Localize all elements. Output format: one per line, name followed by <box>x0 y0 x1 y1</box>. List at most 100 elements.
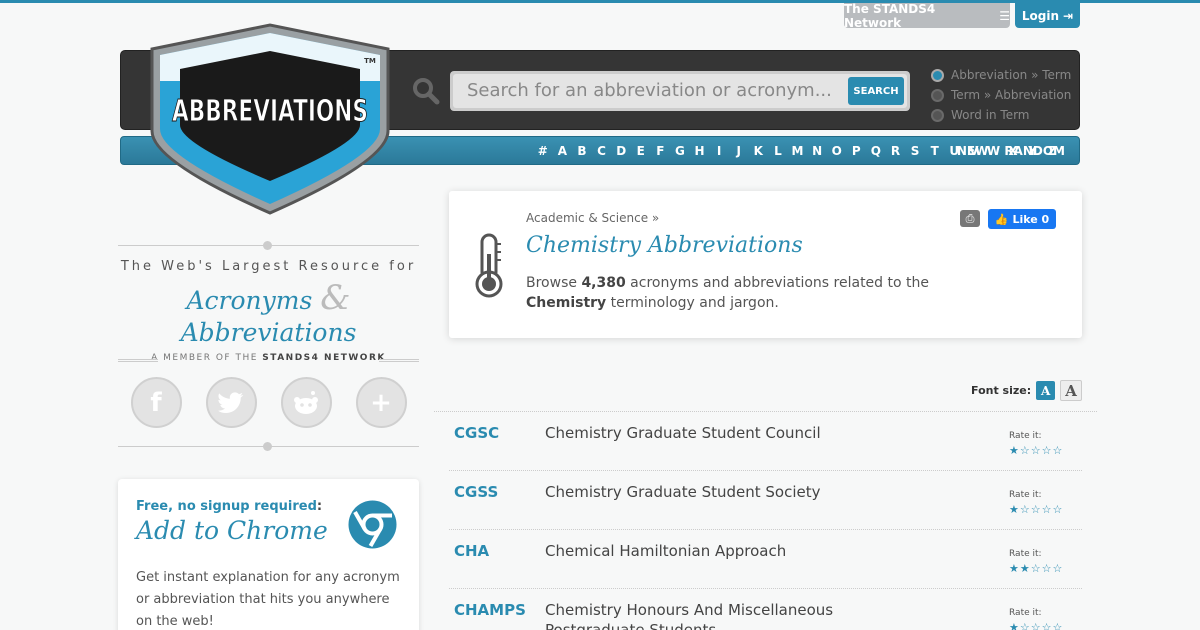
star-icon[interactable]: ☆ <box>1042 504 1052 515</box>
member-prefix: A MEMBER OF THE <box>151 353 263 363</box>
abbreviation-link[interactable]: CGSC <box>454 424 499 442</box>
star-icon[interactable]: ☆ <box>1020 445 1030 456</box>
letter-link[interactable]: R <box>886 144 906 158</box>
search-mode-abbr-to-term[interactable]: Abbreviation » Term <box>931 65 1071 85</box>
print-icon[interactable]: ⎙ <box>960 210 980 227</box>
radio-icon[interactable] <box>931 108 944 122</box>
rating-widget: Rate it: ★ ☆ ☆ ☆ ☆ <box>1009 608 1062 630</box>
abbreviation-link[interactable]: CGSS <box>454 483 498 501</box>
thumbs-up-icon: 👍 <box>994 212 1009 226</box>
radio-icon[interactable] <box>931 88 944 102</box>
star-rating: ★ ★ ☆ ☆ ☆ <box>1009 563 1062 574</box>
letter-link[interactable]: S <box>905 144 925 158</box>
search-mode-label: Abbreviation » Term <box>951 68 1072 82</box>
letter-link[interactable]: B <box>572 144 592 158</box>
abbreviation-link[interactable]: CHAMPS <box>454 601 526 619</box>
letter-link[interactable]: D <box>611 144 631 158</box>
twitter-icon[interactable] <box>205 377 257 428</box>
rating-widget: Rate it: ★ ☆ ☆ ☆ ☆ <box>1009 431 1062 456</box>
star-icon[interactable]: ☆ <box>1053 445 1063 456</box>
star-rating: ★ ☆ ☆ ☆ ☆ <box>1009 622 1062 630</box>
letter-link[interactable]: I <box>709 144 729 158</box>
chrome-free-colon: : <box>316 499 323 514</box>
letter-link[interactable]: N <box>807 144 827 158</box>
search-icon <box>413 78 440 105</box>
letter-link[interactable]: P <box>847 144 867 158</box>
letter-link[interactable]: E <box>631 144 651 158</box>
letter-link[interactable]: K <box>749 144 769 158</box>
star-icon[interactable]: ★ <box>1020 563 1030 574</box>
rate-label: Rate it: <box>1009 549 1042 559</box>
search-mode-label: Term » Abbreviation <box>951 88 1072 102</box>
star-icon[interactable]: ★ <box>1009 504 1019 515</box>
term-definition[interactable]: Chemistry Honours And Miscellaneous Post… <box>545 600 875 630</box>
thermometer-icon <box>475 233 503 298</box>
font-size-control: Font size: A A <box>971 380 1083 401</box>
login-button[interactable]: Login ⇥ <box>1015 3 1080 28</box>
search-mode-word-in-term[interactable]: Word in Term <box>931 105 1071 125</box>
chrome-icon[interactable] <box>348 500 397 549</box>
tagline-heading: Acronyms & Abbreviations <box>118 278 419 347</box>
page-title: Chemistry Abbreviations <box>526 233 803 258</box>
category-breadcrumb[interactable]: Academic & Science » <box>526 211 659 225</box>
stands4-network-button[interactable]: The STANDS4 Network ☰ <box>844 2 1010 30</box>
star-icon[interactable]: ★ <box>1009 445 1019 456</box>
search-mode-options: Abbreviation » Term Term » Abbreviation … <box>931 65 1071 125</box>
letter-link[interactable]: J <box>729 144 749 158</box>
letter-link[interactable]: M <box>788 144 808 158</box>
star-icon[interactable]: ☆ <box>1042 622 1052 630</box>
star-icon[interactable]: ★ <box>1009 622 1019 630</box>
tagline-abbreviations: Abbreviations <box>180 318 357 347</box>
facebook-like-button[interactable]: 👍 Like 0 <box>988 209 1056 229</box>
star-icon[interactable]: ☆ <box>1053 622 1063 630</box>
results-list: CGSC Chemistry Graduate Student Council Ra… <box>434 411 1097 630</box>
search-box: Search for an abbreviation or acronym...… <box>450 71 910 111</box>
letter-link[interactable]: L <box>768 144 788 158</box>
star-icon[interactable]: ☆ <box>1020 622 1030 630</box>
search-mode-term-to-abbr[interactable]: Term » Abbreviation <box>931 85 1071 105</box>
like-label: Like 0 <box>1012 212 1050 226</box>
social-buttons: f + <box>118 377 419 428</box>
term-definition[interactable]: Chemistry Graduate Student Council <box>545 423 875 443</box>
letter-link[interactable]: A <box>553 144 573 158</box>
search-button[interactable]: SEARCH <box>848 77 904 105</box>
letter-link[interactable]: # <box>533 144 553 158</box>
random-link[interactable]: RANDOM <box>1004 144 1065 158</box>
facebook-icon[interactable]: f <box>130 377 182 428</box>
letter-link[interactable]: G <box>670 144 690 158</box>
font-size-small-button[interactable]: A <box>1036 381 1056 400</box>
abbreviation-link[interactable]: CHA <box>454 542 489 560</box>
star-icon[interactable]: ☆ <box>1020 504 1030 515</box>
star-icon[interactable]: ☆ <box>1053 504 1063 515</box>
rate-label: Rate it: <box>1009 608 1042 618</box>
divider <box>118 440 419 452</box>
abbreviations-logo[interactable]: ABBREVIATIONS TM <box>140 21 398 217</box>
term-definition[interactable]: Chemistry Graduate Student Society <box>545 482 875 502</box>
letter-link[interactable]: T <box>925 144 945 158</box>
star-icon[interactable]: ☆ <box>1031 445 1041 456</box>
letter-link[interactable]: O <box>827 144 847 158</box>
new-link[interactable]: NEW <box>957 144 988 158</box>
star-icon[interactable]: ☆ <box>1042 563 1052 574</box>
search-input[interactable]: Search for an abbreviation or acronym... <box>453 74 907 108</box>
rate-label: Rate it: <box>1009 431 1042 441</box>
font-size-large-button[interactable]: A <box>1060 380 1083 401</box>
radio-selected-icon[interactable] <box>931 68 944 82</box>
star-icon[interactable]: ★ <box>1009 563 1019 574</box>
star-icon[interactable]: ☆ <box>1053 563 1063 574</box>
reddit-icon[interactable] <box>280 377 332 428</box>
tagline-acronyms: Acronyms <box>186 286 313 315</box>
table-row: CHAMPS Chemistry Honours And Miscellaneou… <box>449 589 1082 630</box>
star-icon[interactable]: ☆ <box>1031 622 1041 630</box>
star-icon[interactable]: ☆ <box>1031 504 1041 515</box>
letter-link[interactable]: Q <box>866 144 886 158</box>
tagline-ampersand: & <box>320 278 351 318</box>
star-icon[interactable]: ☆ <box>1042 445 1052 456</box>
star-icon[interactable]: ☆ <box>1031 563 1041 574</box>
letter-link[interactable]: H <box>690 144 710 158</box>
letter-link[interactable]: F <box>651 144 671 158</box>
term-definition[interactable]: Chemical Hamiltonian Approach <box>545 541 875 561</box>
plus-icon[interactable]: + <box>355 377 407 428</box>
search-mode-label: Word in Term <box>951 108 1030 122</box>
letter-link[interactable]: C <box>592 144 612 158</box>
